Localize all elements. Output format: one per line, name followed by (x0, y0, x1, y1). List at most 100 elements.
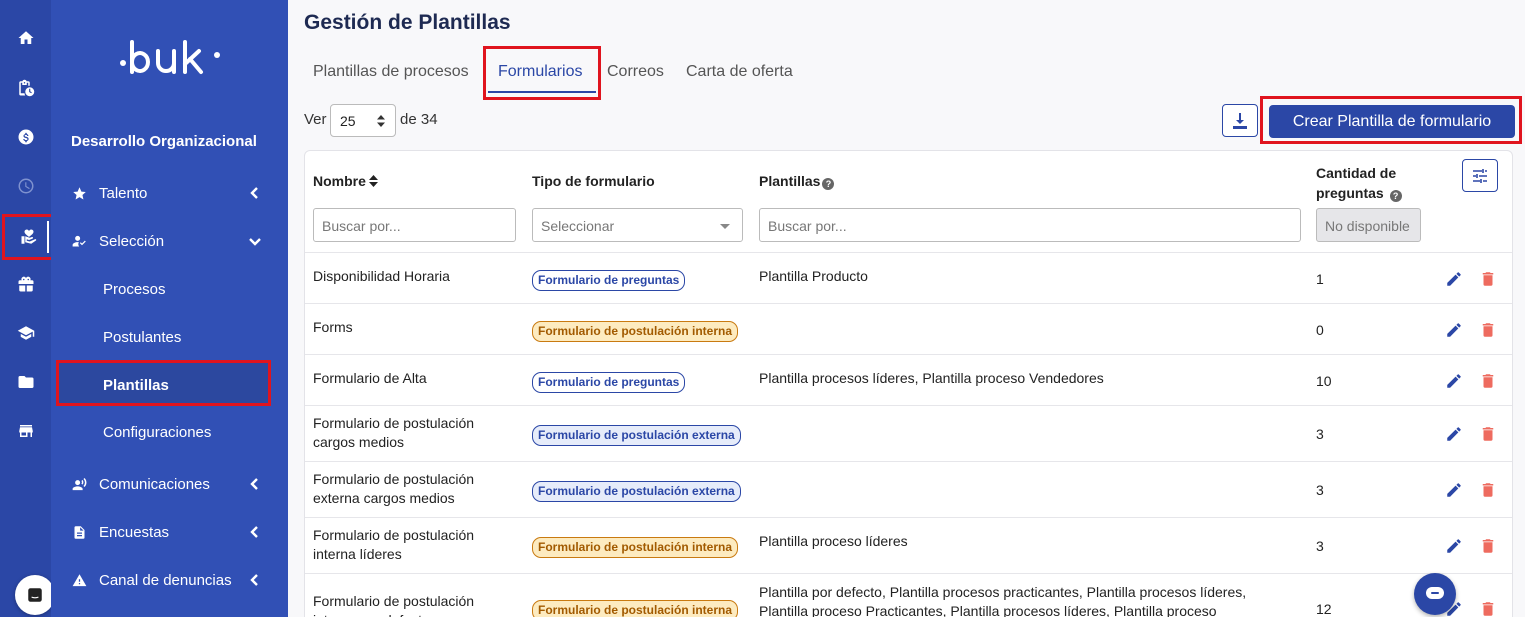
question-count: 0 (1316, 322, 1324, 338)
section-title: Desarrollo Organizacional (71, 133, 257, 150)
form-type-badge: Formulario de preguntas (532, 372, 686, 393)
edit-icon[interactable] (1445, 372, 1463, 390)
header-plantillas: Plantillas? (759, 173, 835, 190)
hand-heart-icon[interactable] (2, 214, 56, 260)
help-icon[interactable]: ? (822, 178, 835, 190)
delete-icon[interactable] (1479, 270, 1497, 288)
plantillas-search-input[interactable]: Buscar por... (759, 208, 1301, 242)
nav-item-label: Selección (99, 232, 165, 250)
user-check-icon (71, 233, 87, 249)
updown-icon (377, 115, 385, 127)
header-nombre[interactable]: Nombre (313, 173, 378, 189)
form-name: Formulario de Alta (313, 370, 427, 386)
tab-plantillas-de-procesos[interactable]: Plantillas de procesos (313, 63, 469, 81)
buk-logo[interactable] (118, 32, 223, 82)
form-name: Formulario de postulación interna líderes (313, 527, 475, 562)
delete-icon[interactable] (1479, 481, 1497, 499)
tab-correos[interactable]: Correos (607, 63, 664, 81)
document-icon (71, 524, 87, 540)
question-count: 3 (1316, 426, 1324, 442)
chevron-left-icon (248, 525, 262, 539)
table-row: Formulario de postulacióninterna por def… (305, 573, 1512, 617)
form-name: Forms (313, 319, 353, 335)
nav-item-label: Canal de denuncias (99, 571, 232, 589)
nav-item-comunicaciones[interactable]: Comunicaciones (71, 464, 266, 504)
store-icon[interactable] (0, 413, 51, 449)
question-count: 12 (1316, 601, 1332, 617)
table-row: Formulario de postulación cargos medios Fo… (305, 405, 1512, 461)
edit-icon[interactable] (1445, 537, 1463, 555)
tune-icon (1473, 168, 1487, 183)
page-size-label: Ver (304, 111, 327, 128)
question-count: 3 (1316, 482, 1324, 498)
tab-carta-de-oferta[interactable]: Carta de oferta (686, 63, 793, 81)
nav-item-seleccion[interactable]: Selección (71, 221, 266, 261)
sub-item-configuraciones[interactable]: Configuraciones (103, 424, 211, 441)
download-icon (1233, 112, 1247, 129)
edit-icon[interactable] (1445, 481, 1463, 499)
nombre-search-input[interactable]: Buscar por... (313, 208, 516, 242)
header-tipo: Tipo de formulario (532, 173, 655, 189)
delete-icon[interactable] (1479, 372, 1497, 390)
edit-icon[interactable] (1445, 270, 1463, 288)
edit-icon[interactable] (1445, 425, 1463, 443)
clock-icon[interactable] (0, 168, 51, 204)
delete-icon[interactable] (1479, 537, 1497, 555)
nav-item-encuestas[interactable]: Encuestas (71, 512, 266, 552)
active-tab-highlight (483, 46, 601, 100)
icon-rail (0, 0, 56, 617)
download-button[interactable] (1222, 104, 1258, 137)
clipboard-clock-icon[interactable] (0, 70, 51, 106)
folder-icon[interactable] (0, 364, 51, 400)
page-size-value: 25 (340, 113, 356, 129)
nav-item-talento[interactable]: Talento (71, 173, 266, 213)
delete-icon[interactable] (1479, 321, 1497, 339)
sub-item-plantillas[interactable]: Plantillas (56, 360, 271, 406)
form-name: Formulario de postulación cargos medios (313, 415, 475, 450)
home-icon[interactable] (0, 20, 51, 56)
edit-icon[interactable] (1445, 321, 1463, 339)
create-form-template-button[interactable]: Crear Plantilla de formulario (1269, 105, 1515, 138)
delete-icon[interactable] (1479, 425, 1497, 443)
nav-item-label: Talento (99, 184, 148, 202)
table-row: Forms Formulario de postulación interna 0 (305, 303, 1512, 354)
star-icon (71, 185, 87, 201)
form-templates: Plantilla Producto (759, 268, 868, 284)
page-title: Gestión de Plantillas (304, 11, 511, 34)
cantidad-input: No disponible (1316, 208, 1421, 242)
help-icon[interactable]: ? (1389, 190, 1402, 202)
sub-item-procesos[interactable]: Procesos (103, 281, 166, 298)
page-size-select[interactable]: 25 (330, 104, 396, 137)
graduation-cap-icon[interactable] (0, 315, 51, 351)
chevron-left-icon (248, 573, 262, 587)
form-name: Disponibilidad Horaria (313, 268, 450, 284)
chevron-left-icon (248, 477, 262, 491)
form-type-badge: Formulario de postulación interna (532, 321, 739, 342)
question-count: 10 (1316, 373, 1332, 389)
table-row: Formulario de postulación externa cargos … (305, 461, 1512, 517)
sidebar: Desarrollo Organizacional Talento Selecc… (51, 0, 288, 617)
chevron-down-icon (248, 234, 262, 248)
forms-table: Nombre Tipo de formulario Plantillas? Ca… (304, 150, 1513, 617)
sub-item-postulantes[interactable]: Postulantes (103, 329, 181, 346)
column-settings-button[interactable] (1462, 159, 1498, 192)
form-templates: Plantilla por defecto, Plantilla proceso… (759, 584, 1247, 617)
dollar-icon[interactable] (0, 119, 51, 155)
form-type-badge: Formulario de postulación externa (532, 425, 741, 446)
warning-icon (71, 572, 87, 588)
create-button-highlight: Crear Plantilla de formulario (1260, 96, 1522, 144)
table-row: Formulario de Alta Formulario de pregunta… (305, 354, 1512, 405)
sort-icon (368, 175, 378, 187)
nav-item-canal-de-denuncias[interactable]: Canal de denuncias (71, 560, 266, 600)
tipo-select[interactable]: Seleccionar (532, 208, 743, 242)
table-row: Formulario de postulación interna líderes… (305, 517, 1512, 573)
delete-icon[interactable] (1479, 600, 1497, 617)
chat-launcher-button[interactable] (15, 575, 55, 615)
record-voice-icon (71, 476, 87, 492)
chevron-left-icon (248, 186, 262, 200)
chat-button[interactable] (1414, 573, 1456, 615)
form-templates: Plantilla proceso líderes (759, 533, 908, 549)
total-count: de 34 (400, 111, 438, 128)
gift-icon[interactable] (0, 266, 51, 302)
form-name: Formulario de postulacióninterna por def… (313, 593, 475, 617)
